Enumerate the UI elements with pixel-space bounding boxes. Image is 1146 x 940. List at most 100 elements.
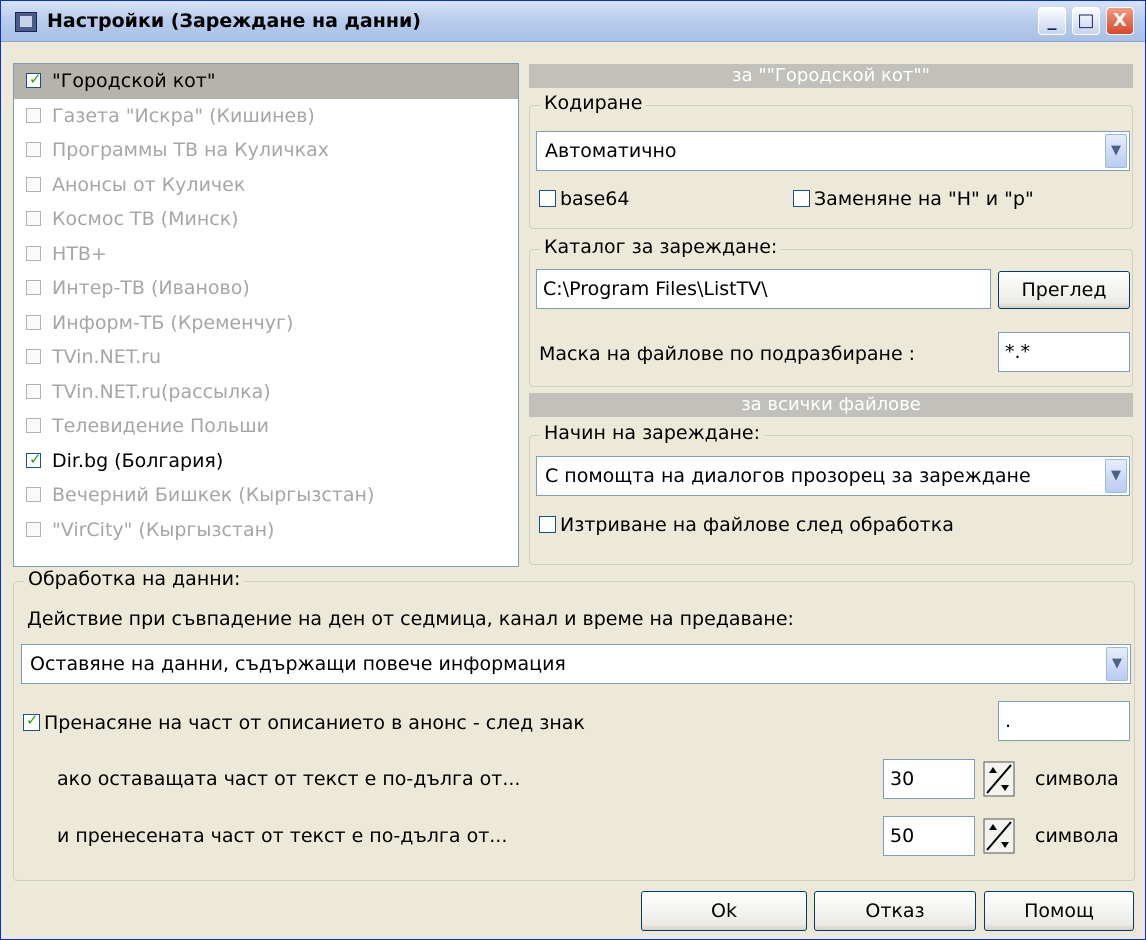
window-title: Настройки (Зареждане на данни) [47, 10, 421, 32]
source-label: Космос ТВ (Минск) [52, 208, 239, 230]
close-button[interactable]: X [1106, 7, 1134, 35]
remaining-length-input[interactable]: 30 [883, 759, 975, 799]
source-checkbox[interactable] [26, 383, 41, 399]
chevron-down-icon[interactable]: ▼ [1106, 647, 1128, 681]
source-checkbox[interactable] [26, 280, 41, 295]
browse-button[interactable]: Преглед [998, 271, 1130, 309]
processing-legend: Обработка на данни: [24, 568, 245, 590]
checkbox-icon[interactable]: ✓ [23, 711, 40, 731]
ok-button[interactable]: Ok [641, 891, 807, 931]
source-label: Информ-ТБ (Кременчуг) [52, 311, 294, 334]
chevron-down-icon[interactable]: ▼ [1105, 459, 1127, 493]
source-label: TVin.NET.ru [52, 346, 162, 368]
conflict-action-select[interactable]: Оставяне на данни, съдържащи повече инфо… [21, 644, 1131, 684]
all-files-header: за всички файлове [529, 393, 1133, 417]
transferred-unit-label: символа [1035, 825, 1119, 847]
source-checkbox[interactable] [26, 211, 41, 226]
cancel-button[interactable]: Отказ [814, 891, 976, 931]
source-list-item[interactable]: Вечерний Бишкек (Кыргызстан) [14, 478, 518, 513]
source-checkbox[interactable]: ✓ [26, 70, 42, 88]
source-list-item[interactable]: "VirCity" (Кыргызстан) [14, 513, 518, 548]
source-list-item[interactable]: Анонсы от Куличек [14, 168, 518, 203]
folder-legend: Каталог за зареждане: [540, 236, 782, 258]
replace-hr-label: Заменяне на "Н" и "р" [814, 188, 1034, 210]
source-checkbox[interactable] [26, 142, 41, 157]
source-list-item[interactable]: TVin.NET.ru [14, 340, 518, 375]
source-label: Анонсы от Куличек [52, 173, 246, 196]
folder-path-input[interactable]: C:\Program Files\ListTV\ [536, 269, 991, 309]
source-label: Газета "Искра" (Кишинев) [52, 104, 315, 127]
source-checkbox[interactable]: ✓ [26, 450, 42, 468]
folder-path-value: C:\Program Files\ListTV\ [543, 278, 768, 300]
load-mode-value: С помощта на диалогов прозорец за зарежд… [545, 465, 1031, 487]
transferred-length-label: и пренесената част от текст е по-дълга о… [57, 825, 508, 847]
source-list-item[interactable]: Газета "Искра" (Кишинев) [14, 99, 518, 134]
title-bar[interactable]: Настройки (Зареждане на данни) _ □ X [1, 1, 1145, 42]
load-mode-group: Начин на зареждане: [529, 422, 1133, 565]
source-label: НТВ+ [52, 242, 107, 265]
transferred-length-input[interactable]: 50 [883, 816, 975, 856]
encoding-value: Автоматично [545, 140, 677, 162]
source-list-item[interactable]: Космос ТВ (Минск) [14, 202, 518, 237]
source-list-item[interactable]: Программы ТВ на Куличках [14, 133, 518, 168]
source-checkbox[interactable] [26, 418, 41, 433]
source-checkbox[interactable] [26, 487, 41, 502]
source-checkbox[interactable] [26, 314, 41, 330]
base64-label: base64 [560, 188, 630, 210]
source-checkbox[interactable] [26, 245, 41, 261]
settings-window: Настройки (Зареждане на данни) _ □ X ✓ "Г… [0, 0, 1146, 940]
checkbox-icon[interactable] [539, 190, 556, 207]
maximize-button[interactable]: □ [1072, 7, 1100, 35]
transfer-char-value: . [1005, 710, 1012, 732]
file-mask-label: Маска на файлове по подразбиране : [539, 343, 916, 365]
source-label: Интер-ТВ (Иваново) [52, 277, 250, 299]
checkbox-icon[interactable] [793, 190, 810, 207]
check-mark-icon: ✓ [26, 711, 39, 729]
transfer-label: Пренасяне на част от описанието в анонс … [44, 712, 585, 734]
transferred-length-value: 50 [890, 825, 915, 847]
base64-checkbox[interactable]: base64 [539, 188, 629, 210]
source-checkbox[interactable] [26, 107, 41, 123]
check-mark-icon: ✓ [29, 449, 42, 468]
delete-after-label: Изтриване на файлове след обработка [560, 514, 954, 536]
source-list-item[interactable]: Телевидение Польши [14, 409, 518, 444]
help-button[interactable]: Помощ [984, 891, 1134, 931]
transfer-char-input[interactable]: . [998, 701, 1130, 741]
source-label: Dir.bg (Болгария) [52, 449, 224, 472]
load-mode-select[interactable]: С помощта на диалогов прозорец за зарежд… [536, 456, 1130, 496]
source-label: Телевидение Польши [52, 415, 269, 437]
replace-hr-checkbox[interactable]: Заменяне на "Н" и "р" [793, 188, 1034, 210]
encoding-legend: Кодиране [540, 92, 647, 114]
source-label: Программы ТВ на Куличках [52, 139, 329, 161]
source-label: TVin.NET.ru(рассылка) [52, 380, 271, 403]
transferred-spin-icon[interactable] [983, 818, 1015, 854]
minimize-button[interactable]: _ [1038, 7, 1066, 35]
source-list-item[interactable]: ✓ Dir.bg (Болгария) [14, 444, 518, 479]
source-checkbox[interactable] [26, 176, 41, 192]
app-icon [15, 12, 37, 32]
transfer-checkbox[interactable]: ✓ Пренасяне на част от описанието в анонс… [23, 711, 585, 734]
source-list-item[interactable]: Интер-ТВ (Иваново) [14, 271, 518, 306]
checkbox-icon[interactable] [539, 516, 556, 533]
check-mark-icon: ✓ [29, 70, 42, 88]
delete-after-checkbox[interactable]: Изтриване на файлове след обработка [539, 514, 954, 536]
load-mode-legend: Начин на зареждане: [540, 422, 764, 444]
source-label: Вечерний Бишкек (Кыргызстан) [52, 484, 375, 506]
source-settings-header: за ""Городской кот"" [529, 64, 1133, 88]
chevron-down-icon[interactable]: ▼ [1105, 134, 1127, 168]
source-list-item[interactable]: Информ-ТБ (Кременчуг) [14, 306, 518, 341]
conflict-label: Действие при съвпадение на ден от седмиц… [27, 608, 794, 630]
source-list-item[interactable]: ✓ "Городской кот" [14, 64, 518, 99]
source-list-item[interactable]: НТВ+ [14, 237, 518, 272]
file-mask-input[interactable]: *.* [998, 332, 1130, 372]
remaining-unit-label: символа [1035, 768, 1119, 790]
source-list-item[interactable]: TVin.NET.ru(рассылка) [14, 375, 518, 410]
source-checkbox[interactable] [26, 521, 41, 537]
remaining-spin-icon[interactable] [983, 761, 1015, 797]
source-label: "VirCity" (Кыргызстан) [52, 518, 275, 541]
remaining-length-value: 30 [890, 768, 915, 790]
source-list[interactable]: ✓ "Городской кот" Газета "Искра" (Кишинев)… [13, 63, 519, 567]
encoding-select[interactable]: Автоматично ▼ [536, 131, 1130, 171]
source-checkbox[interactable] [26, 349, 41, 364]
file-mask-value: *.* [1005, 341, 1031, 363]
